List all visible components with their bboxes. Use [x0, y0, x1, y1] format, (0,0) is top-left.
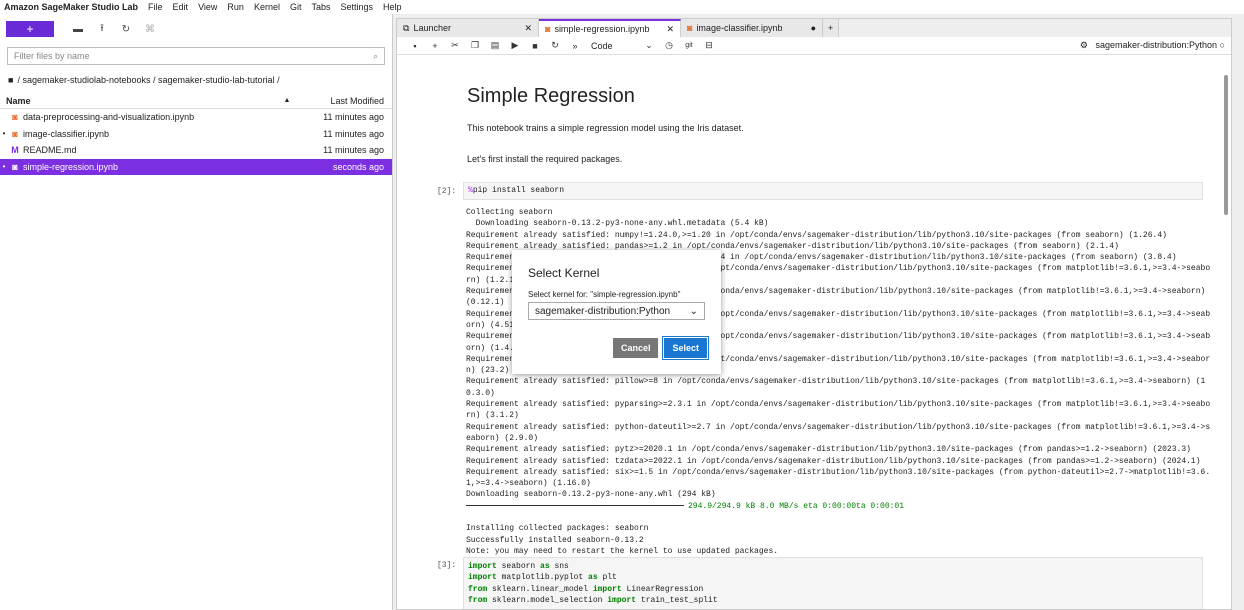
select-kernel-dialog: Select Kernel Select kernel for: "simple… [512, 250, 721, 374]
modal-backdrop: Select Kernel Select kernel for: "simple… [0, 0, 1244, 610]
dialog-title: Select Kernel [528, 266, 600, 280]
select-button[interactable]: Select [662, 336, 709, 360]
kernel-select[interactable]: sagemaker-distribution:Python ⌄ [528, 302, 705, 320]
cancel-button[interactable]: Cancel [612, 338, 659, 358]
chevron-down-icon: ⌄ [689, 305, 698, 317]
dialog-label: Select kernel for: "simple-regression.ip… [528, 290, 681, 299]
